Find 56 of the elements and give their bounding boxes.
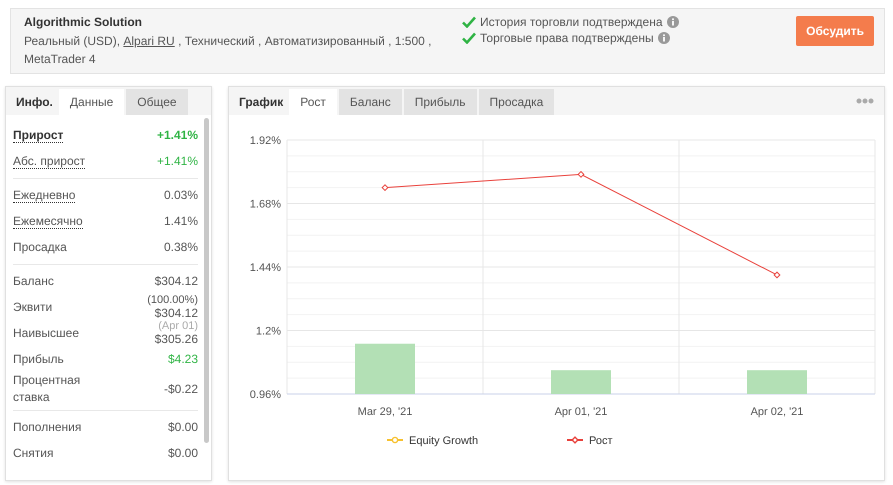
- panel-title: График: [238, 95, 284, 111]
- panel-title: Инфо.: [15, 95, 54, 111]
- broker-link[interactable]: Alpari RU: [123, 34, 175, 48]
- info-icon[interactable]: [658, 32, 670, 44]
- y-tick-label: 0.96%: [250, 389, 281, 401]
- more-icon[interactable]: [856, 98, 874, 104]
- stat-label: Снятия: [13, 444, 54, 462]
- stat-label: Прибыль: [13, 350, 64, 368]
- data-point: [577, 170, 585, 178]
- stat-value: 1.41%: [164, 214, 198, 228]
- stat-value: $304.12: [154, 306, 198, 320]
- x-tick-label: Mar 29, '21: [358, 406, 412, 418]
- stat-value: $0.00: [168, 420, 198, 434]
- tab[interactable]: Данные: [58, 89, 124, 115]
- stat-note: (100.00%): [147, 294, 198, 306]
- data-point: [381, 184, 389, 192]
- stat-value: +1.41%: [156, 128, 198, 142]
- stat-label: Процентная ставка: [13, 372, 82, 406]
- tab[interactable]: Общее: [126, 89, 188, 115]
- tab[interactable]: Просадка: [478, 89, 554, 115]
- account-title: Algorithmic Solution: [24, 15, 143, 29]
- stat-value: 0.03%: [164, 188, 198, 202]
- stat-label: Абс. прирост: [13, 154, 86, 168]
- scrollbar[interactable]: [204, 118, 209, 443]
- stat-label: Ежемесячно: [13, 214, 83, 228]
- x-tick-label: Apr 01, '21: [554, 406, 608, 418]
- legend-label[interactable]: Equity Growth: [409, 435, 478, 447]
- y-tick-label: 1.68%: [250, 198, 281, 210]
- x-tick-label: Apr 02, '21: [750, 406, 804, 418]
- stat-value: +1.41%: [156, 154, 198, 168]
- stat-note: (Apr 01): [158, 320, 198, 332]
- tab[interactable]: Рост: [289, 89, 337, 115]
- stat-label: Наивысшее: [13, 324, 80, 342]
- stat-value: $4.23: [168, 352, 198, 366]
- stat-label: Ежедневно: [13, 188, 76, 202]
- stat-value: $305.26: [154, 332, 198, 346]
- data-point: [773, 271, 781, 278]
- stat-value: $0.00: [168, 446, 198, 460]
- stat-value: -$0.22: [164, 382, 198, 396]
- stat-label: Прирост: [13, 128, 64, 142]
- legend-label[interactable]: Рост: [589, 435, 613, 447]
- y-tick-label: 1.92%: [250, 135, 281, 147]
- verification-text: Торговые права подтверждены: [480, 31, 654, 45]
- y-tick-label: 1.44%: [250, 262, 281, 274]
- tab[interactable]: Прибыль: [404, 89, 477, 115]
- stat-label: Баланс: [13, 272, 54, 290]
- tab[interactable]: Баланс: [338, 89, 402, 115]
- verification-text: История торговли подтверждена: [480, 15, 663, 29]
- stat-label: Пополнения: [13, 418, 82, 436]
- account-details: Реальный (USD), Alpari RU , Технический , Автоматизированный , 1:500 , MetaTrader 4: [24, 33, 432, 68]
- stat-value: $304.12: [154, 274, 198, 288]
- info-icon[interactable]: [666, 16, 679, 28]
- stat-label: Просадка: [13, 238, 67, 256]
- stat-value: 0.38%: [164, 240, 198, 254]
- y-tick-label: 1.2%: [256, 326, 281, 338]
- stat-label: Эквити: [13, 298, 52, 316]
